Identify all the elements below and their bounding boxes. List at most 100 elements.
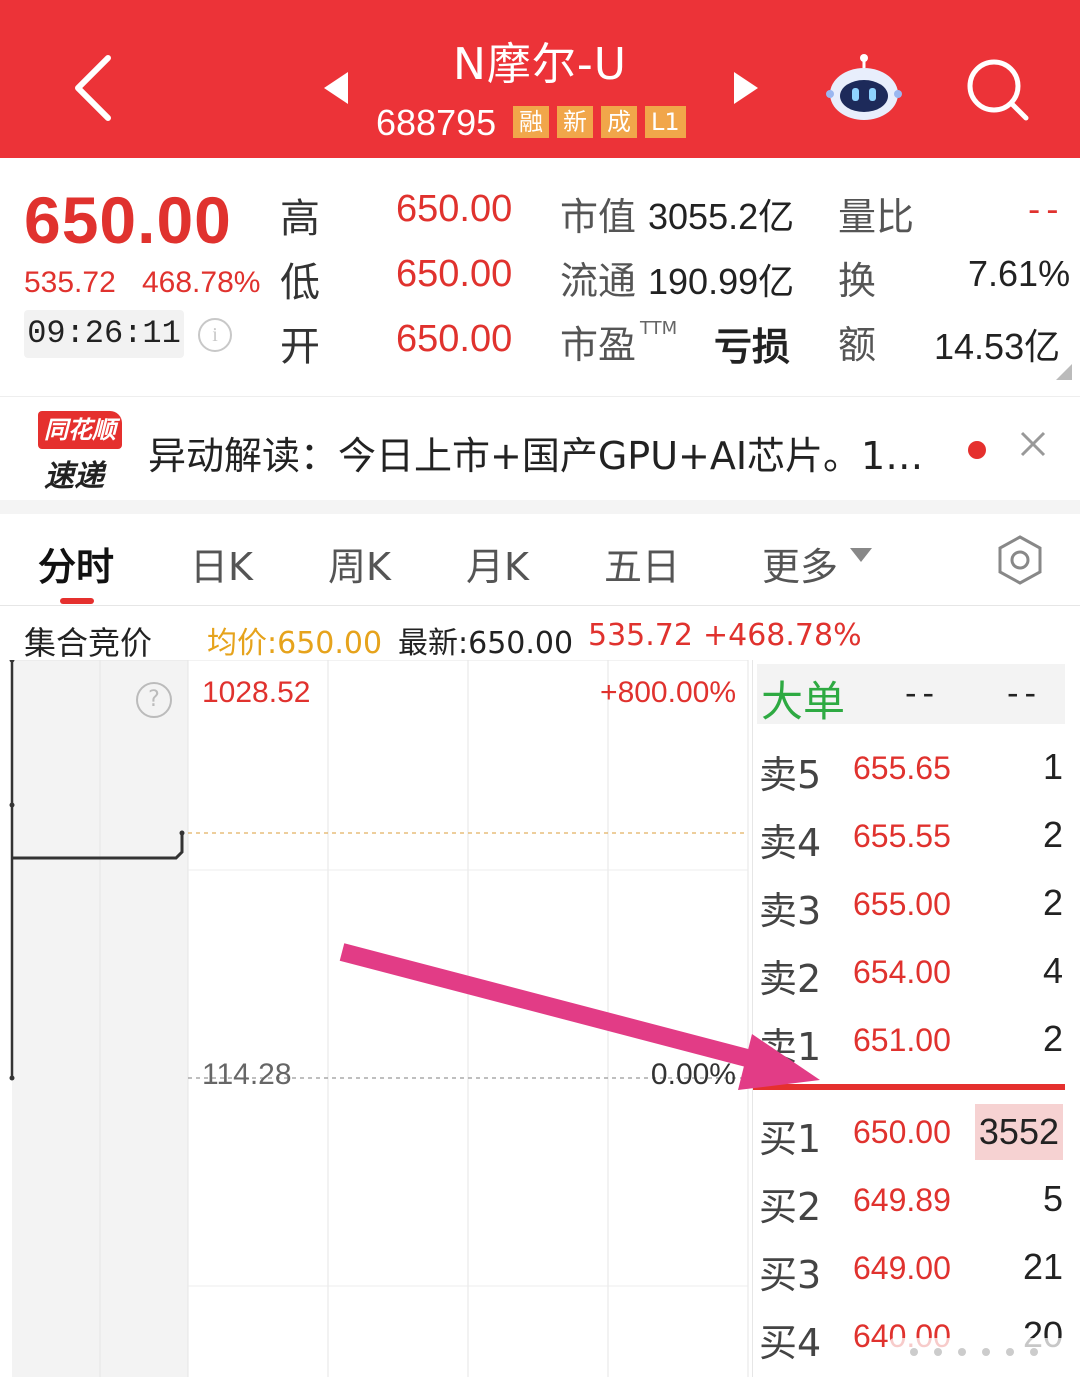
bid-level: 买3 <box>759 1253 822 1297</box>
ask-level: 卖3 <box>759 889 822 933</box>
ask-price: 655.55 <box>853 818 951 854</box>
market-cap-value: 3055.2亿 <box>648 196 795 237</box>
ask-volume: 2 <box>1042 882 1063 923</box>
news-headline[interactable]: 异动解读：今日上市+国产GPU+AI芯片。1… <box>148 425 923 480</box>
tab-five-day[interactable]: 五日 <box>604 536 680 591</box>
back-arrow-icon[interactable] <box>62 48 132 128</box>
tab-monthly-k[interactable]: 月K <box>466 536 529 591</box>
stock-name: N摩尔-U <box>453 39 627 90</box>
big-order-label: 大单 <box>761 677 846 726</box>
axis-max-price: 1028.52 <box>202 676 311 709</box>
turnover-value: 7.61% <box>968 253 1071 294</box>
axis-base-percent: 0.00% <box>650 1058 736 1091</box>
axis-max-percent: +800.00% <box>600 676 736 709</box>
help-icon[interactable]: ? <box>136 682 172 718</box>
low-price: 650.00 <box>396 253 513 295</box>
ask-price: 651.00 <box>853 1022 951 1058</box>
market-cap-label: 市值 <box>560 195 637 239</box>
ask-level: 卖4 <box>759 821 822 865</box>
bid-price: 649.89 <box>853 1182 951 1218</box>
settings-hexagon-icon[interactable] <box>994 534 1046 586</box>
ask-price: 654.00 <box>853 954 951 990</box>
next-stock-icon[interactable] <box>730 70 760 106</box>
chart-summary-row: 集合竞价 均价:650.00 最新:650.00 535.72 +468.78% <box>0 606 1080 662</box>
big-order-value-1: -- <box>905 674 941 712</box>
news-logo-bottom: 速递 <box>44 459 104 494</box>
tag-margin: 融 <box>513 106 549 138</box>
ask-price: 655.00 <box>853 886 951 922</box>
ask-volume: 1 <box>1042 746 1063 787</box>
intraday-chart[interactable]: ? 1028.52 +800.00% 114.28 0.00% <box>0 660 752 1377</box>
avg-price: 均价:650.00 <box>207 626 383 661</box>
chart-grid <box>9 660 749 1377</box>
ask-price: 655.65 <box>853 750 951 786</box>
search-icon[interactable] <box>964 56 1032 124</box>
bid-volume: 21 <box>1022 1246 1063 1287</box>
ask-row: 卖2 654.00 4 <box>753 940 1080 1008</box>
chart-tabs: 分时 日K 周K 月K 五日 更多 <box>0 514 1080 606</box>
bid-level: 买1 <box>759 1117 822 1161</box>
ask-level: 卖5 <box>759 753 822 797</box>
open-price: 650.00 <box>396 318 513 360</box>
pe-value: 亏损 <box>714 325 791 369</box>
big-order-row[interactable]: 大单 -- -- <box>757 664 1065 726</box>
amount-label: 额 <box>838 323 877 367</box>
active-tab-indicator <box>60 598 94 604</box>
volume-ratio-label: 量比 <box>838 195 915 239</box>
quote-panel[interactable]: 650.00 535.72 468.78% 09:26:11 i 高 650.0… <box>0 158 1080 388</box>
news-bar[interactable]: 同花顺 速递 异动解读：今日上市+国产GPU+AI芯片。1… <box>0 396 1080 500</box>
unread-dot-icon <box>968 441 986 459</box>
bid-row: 买3 649.00 21 <box>753 1236 1080 1304</box>
tab-intraday[interactable]: 分时 <box>38 536 114 591</box>
bid-price: 649.00 <box>853 1250 951 1286</box>
robot-assistant-icon[interactable] <box>826 52 902 122</box>
ask-level: 卖2 <box>759 957 822 1001</box>
summary-change-percent: +468.78% <box>703 618 862 653</box>
bid-volume-highlight: 3552 <box>974 1104 1063 1160</box>
expand-corner-icon[interactable] <box>1056 364 1072 380</box>
ask-row: 卖4 655.55 2 <box>753 804 1080 872</box>
low-label: 低 <box>280 260 320 306</box>
tag-new: 新 <box>557 106 593 138</box>
auction-label: 集合竞价 <box>24 624 153 662</box>
section-divider <box>0 500 1080 514</box>
latest-price: 最新:650.00 <box>398 626 574 661</box>
last-price: 650.00 <box>24 183 232 257</box>
tag-component: 成 <box>601 106 637 138</box>
pe-ttm-sup: TTM <box>640 318 678 339</box>
quote-time: 09:26:11 <box>24 310 184 358</box>
ask-level: 卖1 <box>759 1025 822 1069</box>
pe-label: 市盈 <box>560 323 637 367</box>
bid-row: 买2 649.89 5 <box>753 1168 1080 1236</box>
top-bar: N摩尔-U 688795 融 新 成 L1 <box>0 0 1080 158</box>
tab-more[interactable]: 更多 <box>762 536 838 591</box>
float-cap-label: 流通 <box>560 259 637 303</box>
watermark <box>890 1338 1066 1368</box>
bid-level: 买2 <box>759 1185 822 1229</box>
axis-base-price: 114.28 <box>202 1058 292 1091</box>
summary-change: 535.72 <box>588 618 693 653</box>
turnover-label: 换 <box>838 259 877 303</box>
chevron-down-icon[interactable] <box>850 548 872 562</box>
bid-level: 买4 <box>759 1321 822 1365</box>
close-icon[interactable] <box>1016 427 1050 461</box>
bid-ask-divider <box>753 1084 1065 1090</box>
order-book[interactable]: 大单 -- -- 卖5 655.65 1 卖4 655.55 2 卖3 655.… <box>752 660 1080 1377</box>
high-label: 高 <box>280 196 320 242</box>
amount-value: 14.53亿 <box>934 326 1061 367</box>
price-change-percent: 468.78% <box>142 266 261 299</box>
ask-volume: 2 <box>1042 814 1063 855</box>
tab-daily-k[interactable]: 日K <box>190 536 253 591</box>
bid-price: 650.00 <box>853 1114 951 1150</box>
stock-tags: 融 新 成 L1 <box>513 106 686 138</box>
tag-level1: L1 <box>645 106 686 138</box>
big-order-value-2: -- <box>1007 674 1043 712</box>
info-icon[interactable]: i <box>198 318 232 352</box>
tab-weekly-k[interactable]: 周K <box>328 536 391 591</box>
float-cap-value: 190.99亿 <box>648 261 795 302</box>
ask-row: 卖5 655.65 1 <box>753 736 1080 804</box>
stock-code: 688795 <box>376 102 497 143</box>
ask-row: 卖1 651.00 2 <box>753 1008 1080 1076</box>
ask-volume: 4 <box>1042 950 1063 991</box>
news-logo-top: 同花顺 <box>38 411 122 449</box>
